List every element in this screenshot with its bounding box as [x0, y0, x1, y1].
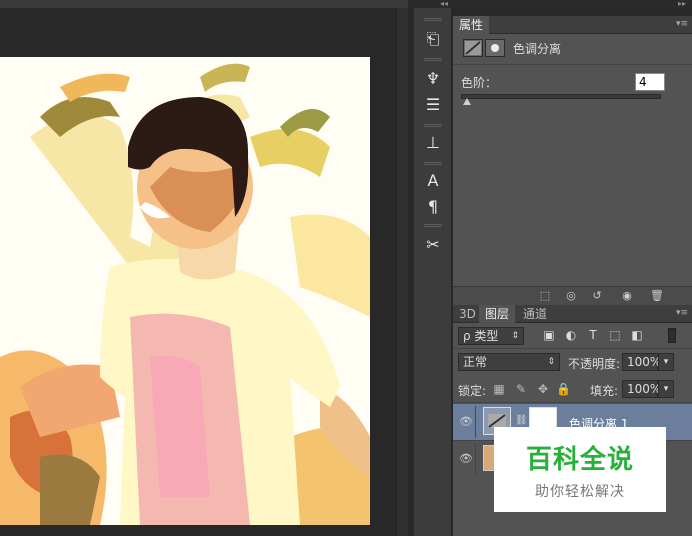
brush-presets-icon[interactable]: ♆ [420, 68, 446, 90]
chevron-updown-icon: ⇕ [547, 357, 555, 367]
grip-icon[interactable] [424, 224, 442, 227]
filter-label: ρ 类型 [463, 329, 499, 343]
delete-icon[interactable]: 🗑 [649, 289, 665, 303]
grip-icon[interactable] [424, 58, 442, 61]
tab-channels[interactable]: 通道 [517, 305, 553, 323]
view-previous-icon[interactable]: ◎ [563, 289, 579, 303]
adjustment-filter-icon[interactable]: ◐ [564, 328, 578, 342]
smart-object-filter-icon[interactable]: ◧ [630, 328, 644, 342]
fill-label: 填充: [590, 384, 619, 398]
properties-footer: ⬚ ◎ ↺ ◉ 🗑 [453, 286, 692, 305]
watermark-title: 百科全说 [525, 445, 634, 475]
panel-icons-column: ⎗ ♆ ☰ ⊥ A ¶ ✂ [414, 8, 452, 536]
lock-image-icon[interactable]: ✎ [514, 382, 528, 396]
lock-position-icon[interactable]: ✥ [536, 382, 550, 396]
lock-all-icon[interactable]: 🔒 [556, 382, 571, 396]
paragraph-icon[interactable]: ¶ [420, 196, 446, 218]
tool-presets-icon[interactable]: ✂ [420, 234, 446, 256]
layer-filter-select[interactable]: ρ 类型 ⇕ [458, 327, 524, 345]
layers-tabbar: 3D 图层 通道 ▾≡ [453, 305, 692, 323]
link-chain-icon[interactable]: ⛓ [515, 415, 528, 426]
posterized-photo [0, 57, 370, 525]
canvas-vertical-scrollbar[interactable] [396, 8, 408, 536]
panel-menu-icon[interactable]: ▾≡ [676, 305, 688, 321]
layer-mask-icon[interactable] [485, 39, 505, 57]
grip-icon[interactable] [424, 18, 442, 21]
tab-3d[interactable]: 3D [453, 305, 482, 323]
clone-source-icon[interactable]: ⊥ [420, 132, 446, 154]
lock-label: 锁定: [458, 384, 487, 398]
divider [475, 443, 476, 475]
eye-icon[interactable]: 👁 [459, 453, 473, 465]
history-icon[interactable]: ⎗ [420, 28, 446, 50]
fill-dropdown-icon[interactable]: ▾ [658, 380, 674, 398]
panel-menu-icon[interactable]: ▾≡ [676, 16, 688, 32]
expand-arrows-icon[interactable]: ▸▸ [678, 0, 686, 8]
blend-mode-select[interactable]: 正常 ⇕ [458, 353, 560, 371]
posterize-adjustment-icon [463, 39, 483, 57]
properties-tabbar: 属性 ▾≡ [453, 16, 692, 34]
divider [453, 64, 692, 65]
divider [453, 402, 692, 403]
properties-panel: 色调分离 色阶： 4 [453, 34, 692, 286]
character-icon[interactable]: A [420, 170, 446, 192]
collapse-arrows-icon[interactable]: ◂◂ [440, 0, 448, 8]
adjustment-name: 色调分离 [513, 42, 562, 56]
chevron-updown-icon: ⇕ [511, 331, 519, 341]
eye-icon[interactable]: 👁 [459, 416, 473, 428]
pixel-filter-icon[interactable]: ▣ [542, 328, 556, 342]
type-filter-icon[interactable]: T [586, 328, 600, 342]
canvas-top-ruler [0, 0, 408, 8]
levels-slider-track[interactable] [461, 94, 661, 99]
levels-label: 色阶： [461, 76, 498, 90]
levels-input[interactable]: 4 [635, 73, 665, 91]
levels-slider-thumb[interactable] [463, 98, 471, 105]
watermark-logo: 百科全说 助你轻松解决 [494, 427, 666, 512]
opacity-input[interactable]: 100% [622, 353, 661, 371]
reset-icon[interactable]: ↺ [589, 289, 605, 303]
opacity-dropdown-icon[interactable]: ▾ [658, 353, 674, 371]
divider [475, 406, 476, 438]
divider [453, 348, 692, 349]
watermark-subtitle: 助你轻松解决 [535, 484, 625, 500]
filter-toggle[interactable] [668, 328, 676, 343]
visibility-icon[interactable]: ◉ [619, 289, 635, 303]
adjustments-icon[interactable]: ☰ [420, 94, 446, 116]
grip-icon[interactable] [424, 162, 442, 165]
lock-transparent-icon[interactable]: ▦ [492, 382, 506, 396]
blend-mode-value: 正常 [463, 355, 488, 369]
opacity-label: 不透明度: [568, 357, 621, 371]
document-image[interactable] [0, 57, 370, 525]
tab-layers[interactable]: 图层 [479, 305, 516, 323]
grip-icon[interactable] [424, 124, 442, 127]
tab-properties[interactable]: 属性 [453, 16, 490, 34]
fill-input[interactable]: 100% [622, 380, 661, 398]
clip-to-layer-icon[interactable]: ⬚ [537, 289, 553, 303]
shape-filter-icon[interactable]: ⬚ [608, 328, 622, 342]
panel-collapse-strip[interactable]: ◂◂ ▸▸ [408, 0, 692, 8]
